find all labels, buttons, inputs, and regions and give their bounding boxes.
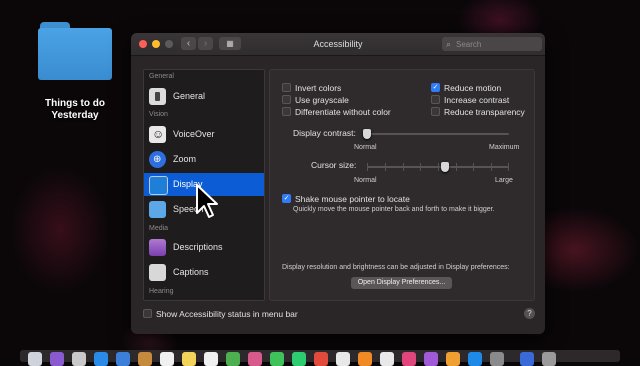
cursor-size-knob[interactable]: [441, 162, 450, 172]
section-general: General: [149, 73, 174, 80]
checkbox-box: [282, 95, 291, 104]
reminders-icon[interactable]: [204, 352, 218, 366]
messages-icon[interactable]: [270, 352, 284, 366]
facetime-icon[interactable]: [292, 352, 306, 366]
sidebar-item-label: Zoom: [173, 154, 197, 164]
calendar-icon[interactable]: [160, 352, 174, 366]
system-preferences-icon[interactable]: [490, 352, 504, 366]
search-icon: ⌕: [446, 39, 452, 49]
launchpad-icon[interactable]: [72, 352, 86, 366]
zoom-icon: ⊕: [149, 151, 166, 168]
trash-icon[interactable]: [542, 352, 556, 366]
checkbox-label: Reduce motion: [444, 83, 502, 93]
speech-icon: [149, 201, 166, 218]
app-store-icon[interactable]: [468, 352, 482, 366]
checkbox-box: [431, 107, 440, 116]
cursor-size-label: Cursor size:: [311, 160, 357, 170]
search-field[interactable]: ⌕: [442, 37, 542, 51]
checkbox-label: Invert colors: [295, 83, 342, 93]
display-panel: Invert colors Use grayscale Differentiat…: [269, 69, 535, 301]
maps-icon[interactable]: [226, 352, 240, 366]
search-input[interactable]: [456, 37, 538, 51]
sidebar-item-general[interactable]: General: [144, 85, 264, 108]
contacts-icon[interactable]: [138, 352, 152, 366]
accessibility-window: ‹ › ▦ Accessibility ⌕ General General Vi…: [131, 33, 545, 334]
photos-icon[interactable]: [248, 352, 262, 366]
contrast-min-label: Normal: [354, 144, 377, 151]
mail-icon[interactable]: [116, 352, 130, 366]
music-icon[interactable]: [402, 352, 416, 366]
checkbox-box: [282, 83, 291, 92]
cursor-max-label: Large: [495, 177, 513, 184]
mouse-pointer-icon: [196, 184, 218, 218]
sidebar-item-voiceover[interactable]: ☺ VoiceOver: [144, 123, 264, 146]
captions-icon: [149, 264, 166, 281]
checkbox-box: [282, 107, 291, 116]
checkbox-label: Show Accessibility status in menu bar: [156, 309, 298, 319]
display-contrast-knob[interactable]: [363, 129, 371, 139]
safari-icon[interactable]: [94, 352, 108, 366]
sidebar-item-descriptions[interactable]: Descriptions: [144, 236, 264, 259]
descriptions-icon: [149, 239, 166, 256]
sidebar-item-zoom[interactable]: ⊕ Zoom: [144, 148, 264, 171]
news-icon[interactable]: [314, 352, 328, 366]
shake-description: Quickly move the mouse pointer back and …: [293, 206, 495, 213]
display-contrast-track[interactable]: [363, 129, 509, 139]
downloads-icon[interactable]: [520, 352, 534, 366]
dock: [20, 350, 620, 366]
sidebar-item-label: Descriptions: [173, 242, 223, 252]
display-preferences-note: Display resolution and brightness can be…: [282, 264, 510, 271]
contrast-max-label: Maximum: [489, 144, 520, 151]
checkbox-label: Reduce transparency: [444, 107, 525, 117]
finder-icon[interactable]: [28, 352, 42, 366]
checkbox-label: Use grayscale: [295, 95, 349, 105]
stocks-icon[interactable]: [336, 352, 350, 366]
pages-icon[interactable]: [358, 352, 372, 366]
siri-icon[interactable]: [50, 352, 64, 366]
checkmark-icon: ✓: [282, 194, 291, 203]
sidebar-item-label: VoiceOver: [173, 129, 215, 139]
voiceover-icon: ☺: [149, 126, 166, 143]
checkmark-icon: ✓: [431, 83, 440, 92]
home-icon[interactable]: [380, 352, 394, 366]
sidebar-item-label: Captions: [173, 267, 209, 277]
section-vision: Vision: [149, 111, 168, 118]
desktop-folder[interactable]: Things to do Yesterday: [38, 22, 114, 121]
cursor-size-track[interactable]: [367, 162, 509, 172]
checkbox-label: Increase contrast: [444, 95, 510, 105]
checkbox-box: [143, 309, 152, 318]
sidebar-item-captions[interactable]: Captions: [144, 261, 264, 284]
display-contrast-label: Display contrast:: [293, 128, 356, 138]
books-icon[interactable]: [446, 352, 460, 366]
notes-icon[interactable]: [182, 352, 196, 366]
checkbox-box: [431, 95, 440, 104]
cursor-min-label: Normal: [354, 177, 377, 184]
podcasts-icon[interactable]: [424, 352, 438, 366]
folder-label: Things to do Yesterday: [45, 98, 105, 121]
open-display-preferences-button[interactable]: Open Display Preferences...: [351, 277, 452, 289]
title-bar: ‹ › ▦ Accessibility ⌕: [131, 33, 545, 56]
general-icon: [149, 88, 166, 105]
display-icon: [149, 176, 168, 195]
checkbox-label: Differentiate without color: [295, 107, 391, 117]
section-hearing: Hearing: [149, 288, 174, 295]
checkbox-label: Shake mouse pointer to locate: [295, 194, 410, 204]
sidebar-item-label: General: [173, 91, 206, 101]
help-button[interactable]: ?: [524, 308, 535, 319]
folder-icon: [38, 22, 112, 80]
section-media: Media: [149, 225, 169, 232]
